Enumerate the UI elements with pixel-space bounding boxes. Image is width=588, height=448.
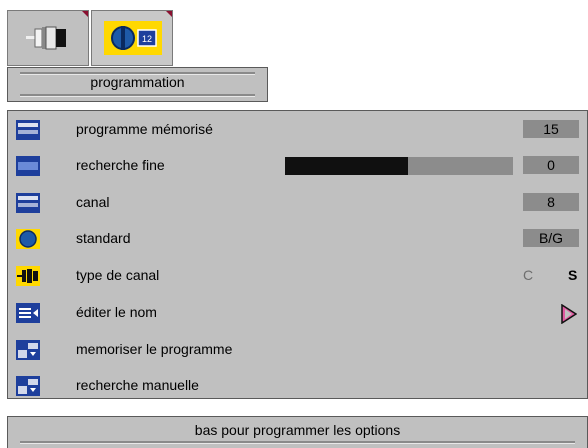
menu-row-standard[interactable]: standard B/G <box>8 221 587 258</box>
divider <box>20 441 575 444</box>
row-label: programme mémorisé <box>76 121 213 137</box>
row-label: memoriser le programme <box>76 341 233 357</box>
svg-text:12: 12 <box>142 34 152 44</box>
row-label: recherche fine <box>76 157 165 173</box>
tab-corner-marker <box>166 11 172 17</box>
divider <box>20 94 255 97</box>
tab-installation[interactable]: 12 <box>91 10 173 66</box>
arrow-right-icon[interactable] <box>561 304 577 324</box>
channel-grid-icon <box>16 193 40 213</box>
option-s[interactable]: S <box>568 267 577 283</box>
menu-row-edit-name[interactable]: éditer le nom <box>8 295 587 332</box>
menu-row-fine-tune[interactable]: recherche fine 0 <box>8 148 587 185</box>
connector-icon <box>16 266 40 286</box>
value-box: 15 <box>523 120 579 138</box>
menu-row-store-program[interactable]: memoriser le programme <box>8 332 587 369</box>
connector-icon <box>26 26 66 50</box>
row-label: éditer le nom <box>76 304 157 320</box>
tab-connection[interactable] <box>7 10 89 66</box>
help-text: bas pour programmer les options <box>194 422 401 438</box>
value-box: B/G <box>523 229 579 247</box>
row-label: canal <box>76 194 110 210</box>
settings-panel: programme mémorisé 15 recherche fine 0 c… <box>7 110 588 399</box>
menu-title-bar: programmation <box>7 67 268 102</box>
row-label: standard <box>76 230 131 246</box>
help-bar: bas pour programmer les options <box>7 416 588 448</box>
menu-row-canal[interactable]: canal 8 <box>8 185 587 222</box>
fine-tune-slider[interactable] <box>285 157 513 175</box>
tab-corner-marker <box>82 11 88 17</box>
value-box: 0 <box>523 156 579 174</box>
menu-row-manual-search[interactable]: recherche manuelle <box>8 368 587 405</box>
row-label: recherche manuelle <box>76 377 199 393</box>
globe-icon <box>16 229 40 249</box>
store-program-icon <box>16 340 40 360</box>
option-c[interactable]: C <box>523 267 533 283</box>
fine-tune-icon <box>16 156 40 176</box>
menu-row-programme[interactable]: programme mémorisé 15 <box>8 112 587 149</box>
value-box: 8 <box>523 193 579 211</box>
channel-grid-icon <box>16 120 40 140</box>
store-program-icon <box>16 376 40 396</box>
tv-channel-icon: 12 <box>104 21 162 55</box>
edit-name-icon <box>16 303 40 323</box>
slider-fill <box>285 157 409 175</box>
row-label: type de canal <box>76 267 160 283</box>
page-title: programmation <box>90 74 185 90</box>
menu-row-channel-type[interactable]: type de canal C S <box>8 258 587 295</box>
